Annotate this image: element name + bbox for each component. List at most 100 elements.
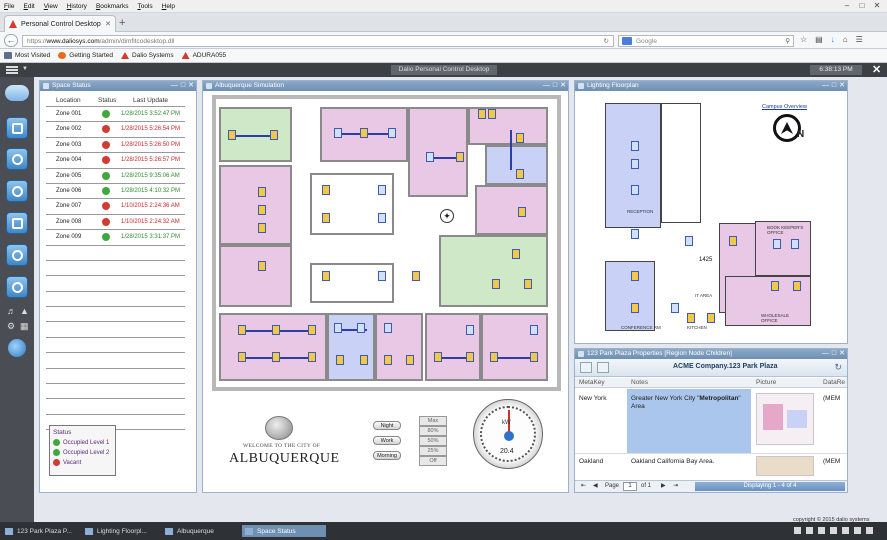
light-fixture-icon[interactable] [466,325,474,335]
campus-overview-link[interactable]: Campus Overview [762,104,807,110]
light-fixture-icon[interactable] [272,325,280,335]
light-fixture-icon[interactable] [322,185,330,195]
table-row[interactable]: Zone 001 1/28/2015 3:52:47 PM [46,107,185,123]
light-fixture-icon[interactable] [384,323,392,333]
last-page-icon[interactable]: ⇥ [673,482,678,489]
exit-icon[interactable] [866,527,873,534]
menu-view[interactable]: View [44,3,58,10]
room-zone[interactable] [425,313,481,381]
close-icon[interactable]: ✕ [188,81,194,91]
url-bar[interactable]: https:// www.daliosys.com /admin/dimfitc… [22,35,614,47]
volume-icon[interactable]: ♬ [7,306,16,316]
minimize-icon[interactable]: – [841,1,853,11]
search-engine-icon[interactable] [622,37,632,45]
eye-app-button[interactable] [6,148,28,170]
hamburger-icon[interactable] [6,66,18,74]
light-fixture-icon[interactable] [631,185,639,195]
app-close-icon[interactable]: ✕ [872,64,881,76]
bookmarks-menu-icon[interactable]: ▤ [815,35,823,44]
light-fixture-icon[interactable] [687,313,695,323]
light-fixture-icon[interactable] [631,159,639,169]
light-fixture-icon[interactable] [685,236,693,246]
maximize-icon[interactable]: □ [832,349,836,359]
light-fixture-icon[interactable] [773,239,781,249]
column-metakey[interactable]: MetaKey [579,379,605,386]
globe-icon[interactable] [8,339,26,357]
light-fixture-icon[interactable] [270,130,278,140]
light-fixture-icon[interactable] [258,205,266,215]
tab-close-icon[interactable]: ✕ [105,20,111,28]
bookmark-dalio-systems[interactable]: Dalio Systems [121,52,174,59]
light-fixture-icon[interactable] [456,152,464,162]
level-max-button[interactable]: Max [419,416,447,426]
close-icon[interactable]: ✕ [871,1,883,11]
light-fixture-icon[interactable] [322,213,330,223]
cascade-icon[interactable] [806,527,813,534]
bookmark-getting-started[interactable]: Getting Started [58,52,113,59]
room-zone[interactable] [485,145,548,185]
level-80-button[interactable]: 80% [419,426,447,436]
light-fixture-icon[interactable] [434,352,442,362]
light-fixture-icon[interactable] [412,271,420,281]
column-datare[interactable]: DataRe [823,379,845,386]
light-fixture-icon[interactable] [334,128,342,138]
menu-help[interactable]: Help [162,3,175,10]
light-fixture-icon[interactable] [334,323,342,333]
morning-button[interactable]: Morning [373,451,401,460]
search-bar[interactable]: Google ⚲ [618,35,794,47]
maximize-all-icon[interactable] [842,527,849,534]
light-fixture-icon[interactable] [272,352,280,362]
column-last-update[interactable]: Last Update [133,97,168,104]
table-row[interactable]: Zone 008 1/10/2015 2:24:32 AM [46,215,185,231]
page-input[interactable]: 1 [623,482,637,491]
bulb-app-button[interactable] [6,276,28,298]
home-icon[interactable]: ⌂ [843,35,848,44]
conference-room[interactable] [605,261,655,331]
light-fixture-icon[interactable] [530,352,538,362]
light-fixture-icon[interactable] [524,279,532,289]
light-fixture-icon[interactable] [228,130,236,140]
room-zone[interactable] [481,313,548,381]
light-fixture-icon[interactable] [378,185,386,195]
caret-down-icon[interactable]: ▼ [22,66,28,72]
close-icon[interactable]: ✕ [839,349,845,359]
level-25-button[interactable]: 25% [419,446,447,456]
light-fixture-icon[interactable] [793,281,801,291]
bookmark-star-icon[interactable]: ☆ [800,35,807,44]
room-zone[interactable] [310,173,394,235]
light-fixture-icon[interactable] [466,352,474,362]
first-page-icon[interactable]: ⇤ [581,482,586,489]
light-fixture-icon[interactable] [360,355,368,365]
table-row[interactable]: Zone 004 1/28/2015 5:26:57 PM [46,153,185,169]
maximize-icon[interactable]: □ [832,81,836,91]
light-fixture-icon[interactable] [512,249,520,259]
grid-icon[interactable] [818,527,825,534]
home-app-button[interactable] [6,117,28,139]
light-fixture-icon[interactable] [258,187,266,197]
light-fixture-icon[interactable] [671,303,679,313]
light-fixture-icon[interactable] [530,325,538,335]
minimize-icon[interactable]: — [822,349,829,359]
bell-icon[interactable]: ▲ [20,306,29,316]
light-fixture-icon[interactable] [406,355,414,365]
light-fixture-icon[interactable] [388,128,396,138]
maximize-icon[interactable]: □ [181,81,185,91]
building-app-button[interactable] [6,212,28,234]
room-zone[interactable] [310,263,394,303]
light-fixture-icon[interactable] [516,133,524,143]
floorplan-thumbnail[interactable] [756,393,814,445]
light-fixture-icon[interactable] [791,239,799,249]
table-row[interactable]: New York Greater New York City "Metropol… [575,389,847,453]
light-fixture-icon[interactable] [631,271,639,281]
photo-thumbnail[interactable] [756,456,814,476]
menu-file[interactable]: File [4,3,15,10]
light-fixture-icon[interactable] [492,279,500,289]
light-fixture-icon[interactable] [384,355,392,365]
light-fixture-icon[interactable] [516,169,524,179]
download-icon[interactable]: ↓ [831,35,835,44]
next-page-icon[interactable]: ▶ [661,482,666,489]
light-fixture-icon[interactable] [771,281,779,291]
browser-tab[interactable]: Personal Control Desktop ✕ [4,15,116,32]
search-icon[interactable]: ⚲ [785,37,790,45]
light-fixture-icon[interactable] [631,141,639,151]
